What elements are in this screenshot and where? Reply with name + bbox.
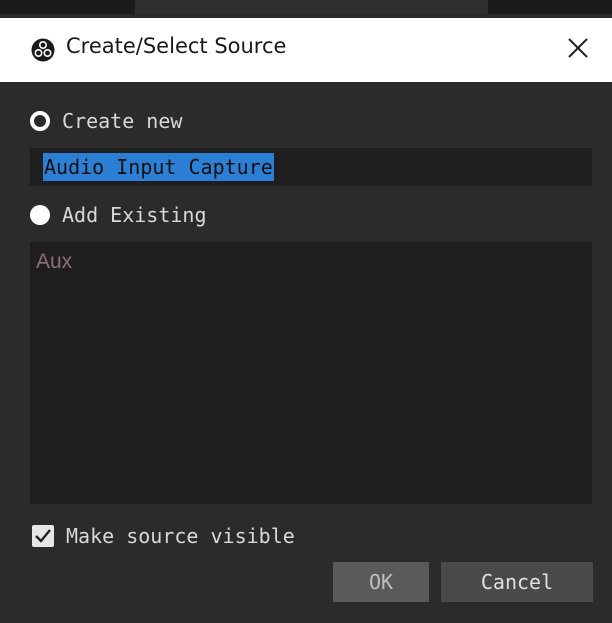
- make-visible-checkbox[interactable]: Make source visible: [32, 522, 295, 550]
- dialog-body: Create new Audio Input Capture Add Exist…: [0, 82, 612, 623]
- close-icon: [567, 37, 589, 64]
- parent-window-edge: [0, 0, 612, 14]
- radio-unselected-icon: [30, 111, 50, 131]
- existing-sources-list[interactable]: Aux: [30, 242, 592, 504]
- checkbox-checked-icon: [32, 525, 54, 547]
- source-name-input[interactable]: Audio Input Capture: [30, 148, 592, 186]
- add-existing-radio[interactable]: Add Existing: [30, 200, 207, 230]
- dialog-titlebar: Create/Select Source: [0, 14, 612, 82]
- close-button[interactable]: [558, 32, 598, 68]
- ok-button[interactable]: OK: [333, 562, 429, 602]
- parent-window-edge-segment: [135, 0, 488, 14]
- list-item[interactable]: Aux: [36, 250, 72, 274]
- make-visible-label: Make source visible: [66, 524, 295, 548]
- cancel-button[interactable]: Cancel: [441, 562, 593, 602]
- obs-logo-icon: [31, 38, 55, 62]
- create-new-radio[interactable]: Create new: [30, 106, 182, 136]
- source-name-value: Audio Input Capture: [43, 153, 274, 181]
- dialog-title: Create/Select Source: [66, 34, 287, 58]
- radio-selected-icon: [30, 205, 50, 225]
- create-new-label: Create new: [62, 109, 183, 133]
- add-existing-label: Add Existing: [62, 203, 207, 227]
